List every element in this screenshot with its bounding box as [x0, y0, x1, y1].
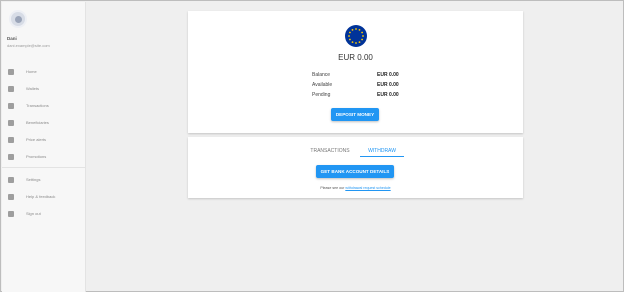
balance-value: EUR 0.00 [377, 72, 399, 78]
balance-label: Balance [312, 72, 331, 78]
avatar[interactable] [9, 10, 27, 28]
sidebar-item-label: Settings [26, 177, 41, 182]
sidebar-item-label: Wallets [26, 86, 39, 91]
sidebar-item-settings[interactable]: Settings [2, 173, 86, 186]
withdrawal-schedule-link[interactable]: withdrawal request schedule [345, 186, 390, 190]
beneficiaries-icon [8, 119, 14, 126]
sidebar-item-label: Help & feedback [26, 194, 56, 199]
home-icon [8, 68, 14, 75]
avatar-person-icon [14, 15, 22, 23]
transactions-icon [8, 102, 14, 109]
wallet-card: EUR 0.00 Balance EUR 0.00 Available EUR … [188, 11, 523, 133]
get-bank-account-details-button[interactable]: GET BANK ACCOUNT DETAILS [316, 165, 394, 178]
promotions-icon [8, 153, 14, 160]
sign-out-icon [8, 210, 14, 217]
pending-value: EUR 0.00 [377, 92, 399, 98]
settings-icon [8, 176, 14, 183]
active-tab-indicator [360, 156, 404, 157]
user-email: dani.example@site.com [7, 43, 50, 48]
available-row: Available EUR 0.00 [312, 82, 402, 90]
tab-transactions[interactable]: TRANSACTIONS [304, 145, 356, 157]
user-name: Dani [7, 36, 17, 41]
sidebar-item-promotions[interactable]: Promotions [2, 150, 86, 163]
wallet-icon [8, 85, 14, 92]
sidebar-divider [2, 167, 86, 168]
sidebar-item-label: Sign out [26, 211, 41, 216]
withdraw-note-text: Please see our [320, 186, 345, 190]
sidebar-item-label: Transactions [26, 103, 49, 108]
balance-row: Balance EUR 0.00 [312, 72, 402, 80]
sidebar-item-beneficiaries[interactable]: Beneficiaries [2, 116, 86, 129]
eu-flag-icon [345, 25, 367, 47]
sidebar-item-label: Promotions [26, 154, 47, 159]
price-alerts-icon [8, 136, 14, 143]
sidebar-item-price-alerts[interactable]: Price alerts [2, 133, 86, 146]
sidebar-item-help[interactable]: Help & feedback [2, 190, 86, 203]
sidebar-item-label: Beneficiaries [26, 120, 49, 125]
withdraw-note: Please see our withdrawal request schedu… [188, 186, 523, 190]
pending-label: Pending [312, 92, 331, 98]
pending-row: Pending EUR 0.00 [312, 92, 402, 100]
sidebar-item-transactions[interactable]: Transactions [2, 99, 86, 112]
sidebar-item-home[interactable]: Home [2, 65, 86, 78]
available-value: EUR 0.00 [377, 82, 399, 88]
sidebar-item-label: Price alerts [26, 137, 47, 142]
sidebar-item-wallets[interactable]: Wallets [2, 82, 86, 95]
withdraw-card: TRANSACTIONS WITHDRAW GET BANK ACCOUNT D… [188, 137, 523, 198]
app-window: Dani dani.example@site.com Home Wallets … [0, 0, 624, 292]
sidebar: Dani dani.example@site.com Home Wallets … [2, 2, 86, 292]
help-icon [8, 193, 14, 200]
sidebar-item-sign-out[interactable]: Sign out [2, 207, 86, 220]
sidebar-item-label: Home [26, 69, 37, 74]
deposit-money-button[interactable]: DEPOSIT MONEY [331, 108, 379, 121]
wallet-balance-title: EUR 0.00 [338, 53, 373, 62]
available-label: Available [312, 82, 333, 88]
